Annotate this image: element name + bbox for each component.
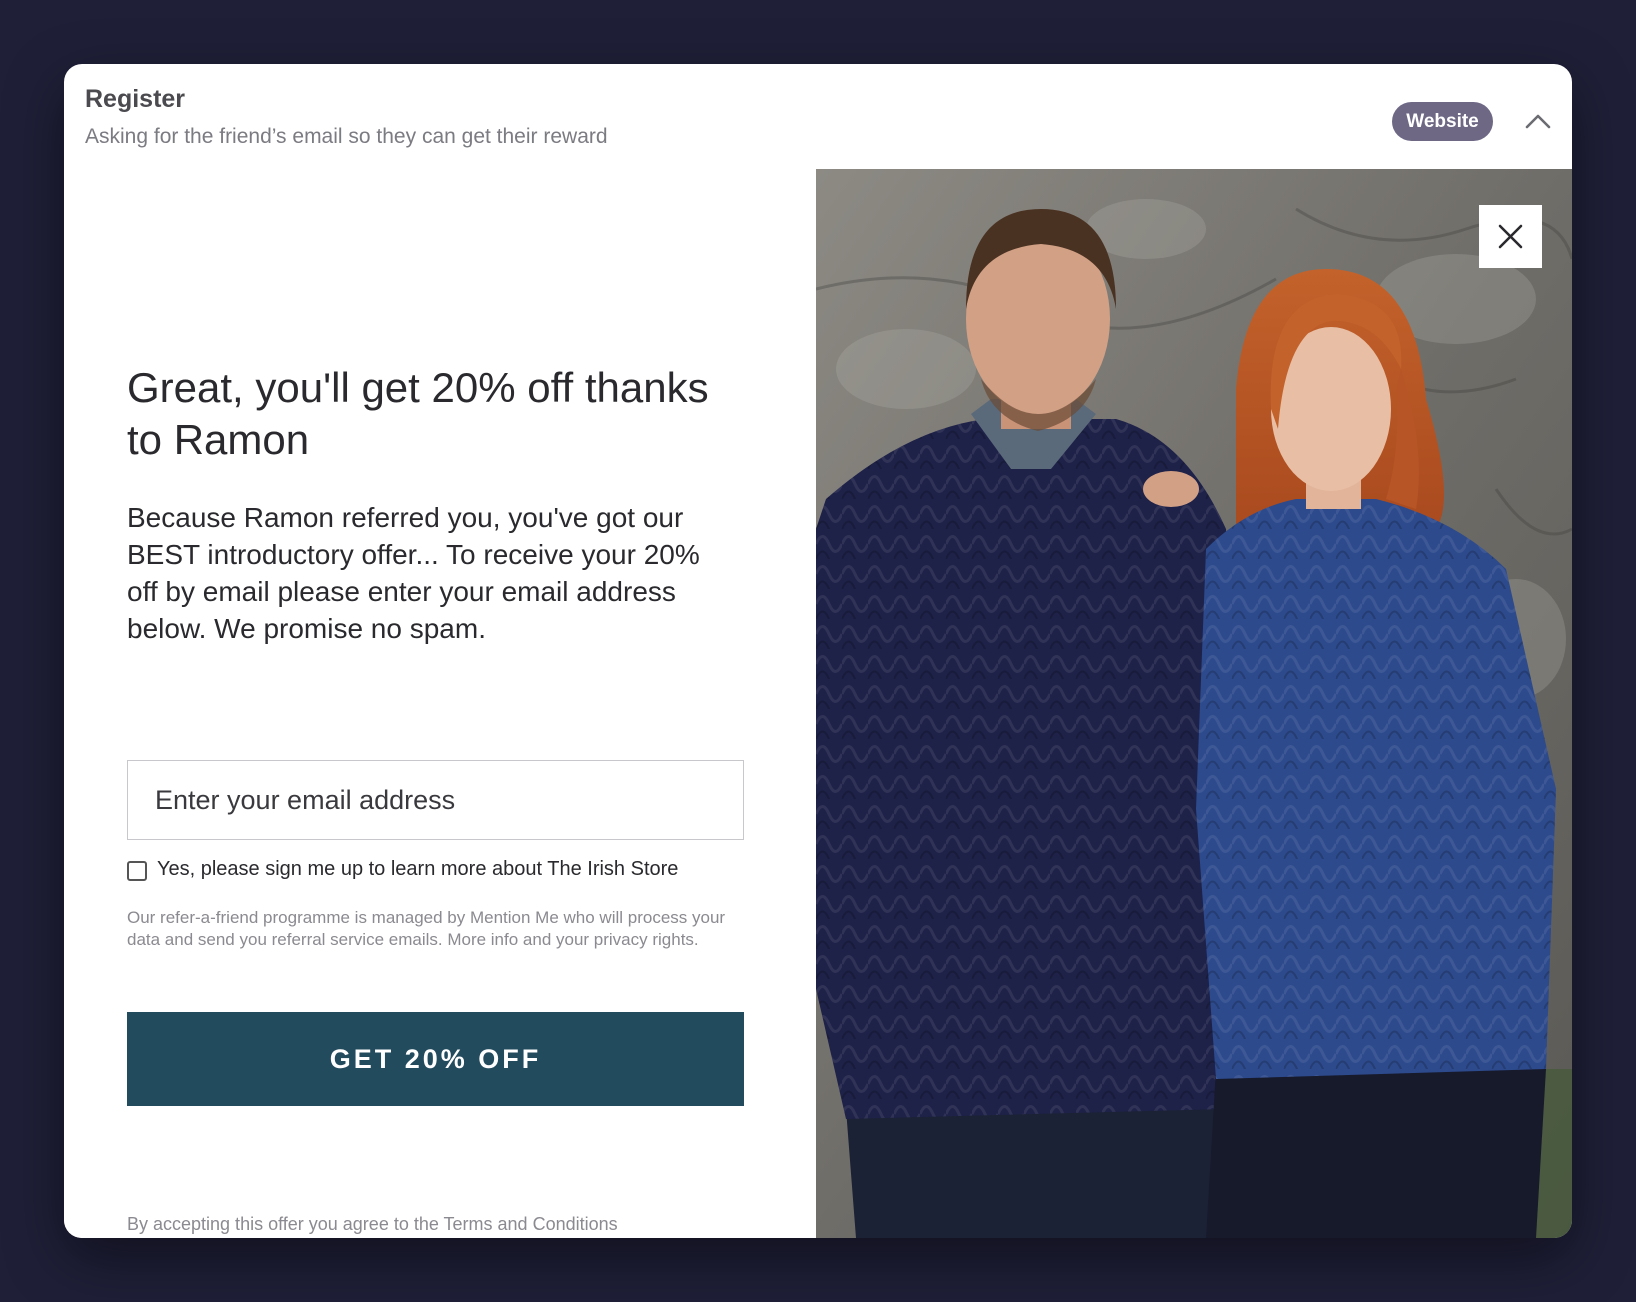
website-badge: Website [1392, 102, 1493, 141]
chevron-up-icon [1525, 114, 1551, 129]
privacy-notice: Our refer-a-friend programme is managed … [127, 908, 726, 949]
referral-card: Register Asking for the friend’s email s… [64, 64, 1572, 1238]
signup-checkbox-row[interactable]: Yes, please sign me up to learn more abo… [127, 855, 747, 885]
signup-checkbox[interactable] [127, 861, 147, 881]
terms-notice: By accepting this offer you agree to the… [127, 1214, 618, 1234]
card-header: Register Asking for the friend’s email s… [64, 64, 1572, 169]
email-field[interactable] [127, 760, 744, 840]
promo-headline: Great, you'll get 20% off thanks to Ramo… [127, 364, 709, 463]
card-subtitle: Asking for the friend’s email so they ca… [85, 125, 608, 148]
hero-photo [816, 169, 1572, 1238]
signup-checkbox-label[interactable]: Yes, please sign me up to learn more abo… [157, 855, 678, 883]
close-popup-button[interactable] [1479, 205, 1542, 268]
card-title: Register [85, 85, 186, 113]
promo-content: Great, you'll get 20% off thanks to Ramo… [64, 169, 816, 1238]
close-icon [1498, 224, 1523, 249]
couple-in-sweaters-image [816, 169, 1572, 1238]
get-discount-button[interactable]: GET 20% OFF [127, 1012, 744, 1106]
collapse-button[interactable] [1518, 102, 1558, 142]
promo-body: Because Ramon referred you, you've got o… [127, 502, 700, 644]
